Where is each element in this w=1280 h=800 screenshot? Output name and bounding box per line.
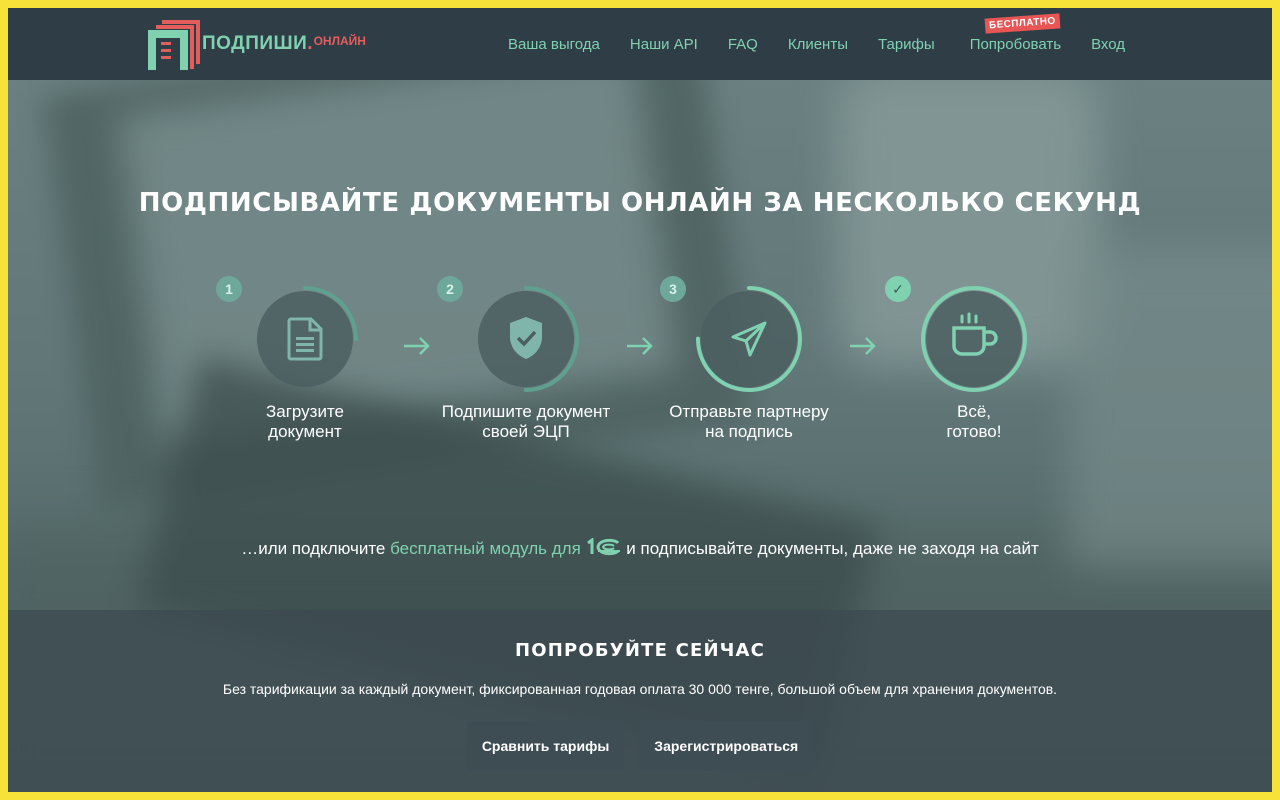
logo-dot: .	[307, 33, 313, 54]
compare-pricing-button[interactable]: Сравнить тарифы	[466, 721, 625, 771]
nav-login[interactable]: Вход	[1091, 36, 1125, 53]
module-promo-line: …или подключите бесплатный модуль для и …	[8, 538, 1272, 559]
step-send: 3 Отправьте партнеру на подпись	[639, 276, 859, 442]
step-number: 3	[660, 276, 686, 302]
cta-description: Без тарификации за каждый документ, фикс…	[222, 681, 1058, 697]
logo-title: ПОДПИШИ	[202, 33, 308, 54]
register-button[interactable]: Зарегистрироваться	[639, 721, 814, 771]
step-caption-line1: Отправьте партнеру	[669, 402, 829, 421]
free-badge: БЕСПЛАТНО	[984, 12, 1060, 34]
logo-subtitle: ОНЛАЙН	[313, 34, 366, 48]
step-check-badge: ✓	[885, 276, 911, 302]
step-caption-line1: Всё,	[956, 402, 992, 421]
nav-pricing[interactable]: Тарифы	[878, 36, 935, 53]
shield-check-icon	[510, 317, 542, 359]
site-logo[interactable]: ПОДПИШИ. ОНЛАЙН	[148, 16, 366, 72]
nav-try[interactable]: БЕСПЛАТНО Попробовать	[969, 12, 1062, 53]
step-done: ✓ Всё, готово!	[864, 276, 1084, 442]
nav-benefits[interactable]: Ваша выгода	[508, 36, 600, 53]
send-icon	[731, 321, 767, 357]
step-number: 2	[437, 276, 463, 302]
step-number: 1	[216, 276, 242, 302]
nav-faq[interactable]: FAQ	[728, 36, 758, 53]
step-caption-line1: Загрузите	[265, 402, 345, 421]
step-sign: 2 Подпишите документ своей ЭЦП	[416, 276, 636, 442]
document-icon	[287, 317, 323, 361]
free-module-link[interactable]: бесплатный модуль для	[390, 538, 621, 558]
hero-title: ПОДПИСЫВАЙТЕ ДОКУМЕНТЫ ОНЛАЙН ЗА НЕСКОЛЬ…	[138, 188, 1142, 218]
site-header: ПОДПИШИ. ОНЛАЙН Ваша выгода Наши API FAQ …	[8, 8, 1272, 80]
module-line-prefix: …или подключите	[241, 539, 391, 558]
page-frame: ПОДПИШИ. ОНЛАЙН Ваша выгода Наши API FAQ …	[8, 8, 1272, 792]
step-upload: 1 Загрузите документ	[195, 276, 415, 442]
main-nav: Ваша выгода Наши API FAQ Клиенты Тарифы …	[508, 8, 1125, 80]
nav-api[interactable]: Наши API	[630, 36, 698, 53]
cta-section: ПОПРОБУЙТЕ СЕЙЧАС Без тарификации за каж…	[8, 610, 1272, 792]
nav-try-label: Попробовать	[969, 35, 1062, 53]
nav-clients[interactable]: Клиенты	[788, 36, 848, 53]
step-caption-line2: на подпись	[705, 422, 793, 441]
logo-mark-icon	[148, 20, 200, 70]
coffee-cup-icon	[952, 312, 998, 356]
cta-title: ПОПРОБУЙТЕ СЕЙЧАС	[514, 640, 766, 661]
module-line-suffix: и подписывайте документы, даже не заходя…	[621, 539, 1039, 558]
step-caption-line2: своей ЭЦП	[482, 422, 570, 441]
step-caption-line1: Подпишите документ	[441, 402, 611, 421]
step-caption-line2: готово!	[946, 422, 1002, 441]
step-caption-line2: документ	[268, 422, 342, 441]
1c-logo-icon	[586, 538, 620, 556]
